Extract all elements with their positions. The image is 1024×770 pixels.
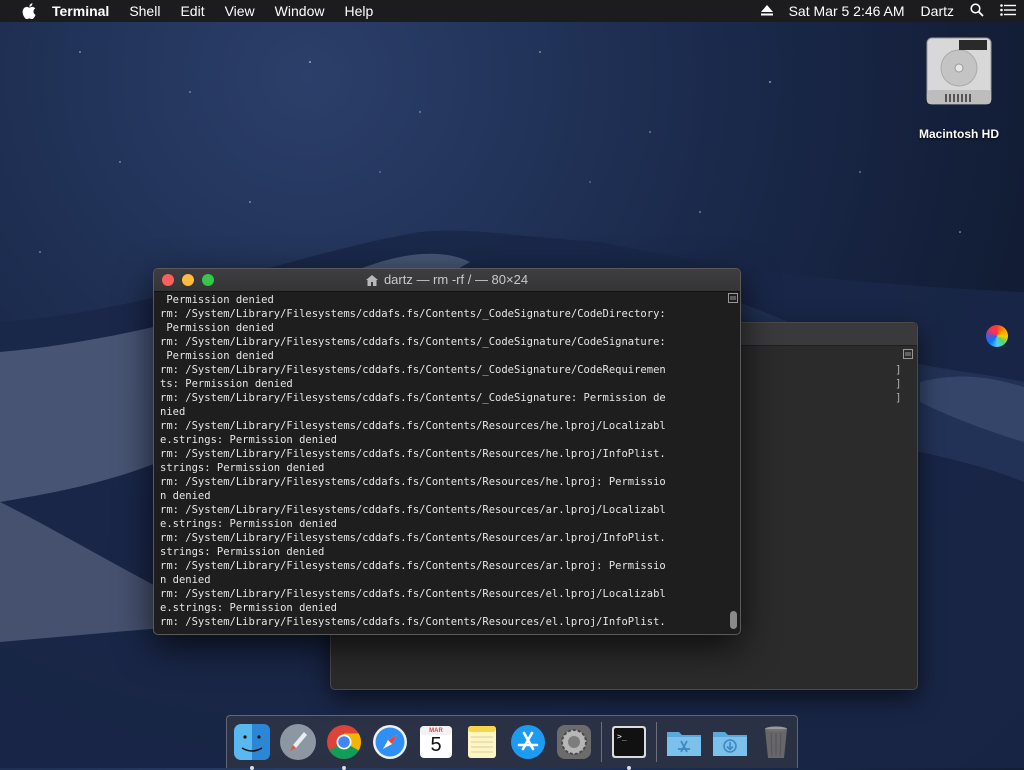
terminal-line: ts: Permission denied	[160, 378, 293, 390]
terminal-line: strings: Permission denied	[160, 546, 325, 558]
terminal-line: e.strings: Permission denied	[160, 434, 338, 446]
terminal-line: rm: /System/Library/Filesystems/cddafs.f…	[160, 532, 666, 544]
calendar-icon[interactable]: MAR 5	[417, 723, 455, 761]
launchpad-icon[interactable]	[279, 723, 317, 761]
applications-folder-icon[interactable]	[665, 723, 703, 761]
spotlight-search-icon[interactable]	[970, 2, 984, 20]
apple-menu-icon[interactable]	[20, 2, 38, 20]
macintosh-hd-desktop-icon[interactable]: Macintosh HD	[906, 34, 1012, 141]
terminal-line: rm: /System/Library/Filesystems/cddafs.f…	[160, 560, 666, 572]
terminal-line: strings: Permission denied	[160, 462, 325, 474]
terminal-line: nied	[160, 406, 186, 418]
trash-icon[interactable]	[757, 723, 795, 761]
back-window-text: ]	[895, 363, 902, 376]
finder-icon[interactable]	[233, 723, 271, 770]
menu-view[interactable]: View	[225, 3, 255, 19]
terminal-line: rm: /System/Library/Filesystems/cddafs.f…	[160, 364, 666, 376]
calendar-day: 5	[430, 734, 442, 756]
home-folder-icon	[365, 275, 378, 287]
system-preferences-icon[interactable]	[555, 723, 593, 761]
terminal-line: e.strings: Permission denied	[160, 602, 338, 614]
notes-icon[interactable]	[463, 723, 501, 761]
terminal-line: rm: /System/Library/Filesystems/cddafs.f…	[160, 588, 666, 600]
notification-center-icon[interactable]	[1000, 3, 1016, 19]
window-title: dartz — rm -rf / — 80×24	[154, 269, 740, 291]
running-indicator	[342, 766, 346, 770]
eject-icon[interactable]	[760, 3, 773, 19]
color-wheel-icon	[986, 325, 1008, 347]
svg-text:>_: >_	[617, 732, 627, 741]
terminal-line: rm: /System/Library/Filesystems/cddafs.f…	[160, 308, 666, 320]
dock: MAR 5 >_	[226, 715, 798, 770]
window-title-text: dartz — rm -rf / — 80×24	[383, 272, 529, 287]
app-store-icon[interactable]	[509, 723, 547, 761]
zoom-button[interactable]	[202, 274, 214, 286]
menubar-user[interactable]: Dartz	[921, 3, 954, 19]
menu-shell[interactable]: Shell	[129, 3, 160, 19]
hard-drive-icon	[926, 37, 992, 105]
terminal-line: e.strings: Permission denied	[160, 518, 338, 530]
menu-window[interactable]: Window	[275, 3, 325, 19]
terminal-window[interactable]: dartz — rm -rf / — 80×24 Permission deni…	[153, 268, 741, 635]
dock-separator	[601, 722, 602, 762]
macintosh-hd-label: Macintosh HD	[918, 127, 999, 141]
terminal-line: rm: /System/Library/Filesystems/cddafs.f…	[160, 448, 666, 460]
terminal-line: rm: /System/Library/Filesystems/cddafs.f…	[160, 336, 666, 348]
menubar-clock[interactable]: Sat Mar 5 2:46 AM	[789, 3, 905, 19]
app-menu-terminal[interactable]: Terminal	[52, 3, 109, 19]
terminal-line: Permission denied	[160, 294, 274, 306]
downloads-folder-icon[interactable]	[711, 723, 749, 761]
terminal-line: Permission denied	[160, 322, 274, 334]
menu-help[interactable]: Help	[344, 3, 373, 19]
chrome-icon[interactable]	[325, 723, 363, 770]
close-button[interactable]	[162, 274, 174, 286]
menu-bar: Terminal Shell Edit View Window Help Sat…	[0, 0, 1024, 22]
terminal-line: rm: /System/Library/Filesystems/cddafs.f…	[160, 420, 666, 432]
terminal-line: rm: /System/Library/Filesystems/cddafs.f…	[160, 392, 666, 404]
running-indicator	[627, 766, 631, 770]
scroll-split-icon[interactable]	[903, 349, 913, 359]
terminal-line: n denied	[160, 574, 211, 586]
safari-icon[interactable]	[371, 723, 409, 761]
back-window-text: ]	[895, 391, 902, 404]
back-window-text: ]	[895, 377, 902, 390]
terminal-line: rm: /System/Library/Filesystems/cddafs.f…	[160, 504, 666, 516]
terminal-icon[interactable]: >_	[610, 723, 648, 770]
menu-edit[interactable]: Edit	[180, 3, 204, 19]
scroll-split-icon[interactable]	[728, 293, 738, 303]
dock-separator	[656, 722, 657, 762]
scrollbar-thumb[interactable]	[730, 611, 737, 629]
terminal-line: Permission denied	[160, 350, 274, 362]
terminal-line: rm: /System/Library/Filesystems/cddafs.f…	[160, 476, 666, 488]
running-indicator	[250, 766, 254, 770]
terminal-titlebar[interactable]: dartz — rm -rf / — 80×24	[154, 269, 740, 292]
terminal-output[interactable]: Permission denied rm: /System/Library/Fil…	[160, 293, 726, 631]
terminal-line: n denied	[160, 490, 211, 502]
minimize-button[interactable]	[182, 274, 194, 286]
terminal-line: rm: /System/Library/Filesystems/cddafs.f…	[160, 616, 666, 628]
